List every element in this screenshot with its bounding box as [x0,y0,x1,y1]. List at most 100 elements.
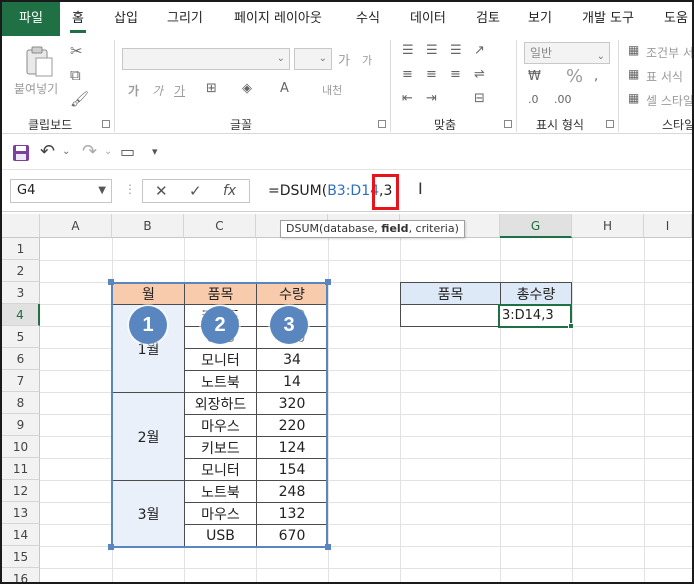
format-table-icon[interactable]: ▦ [628,68,639,80]
decrease-decimal-icon[interactable]: .00 [554,94,572,105]
worksheet-grid[interactable]: A B C D E F G H I 1 2 3 4 5 6 7 8 9 10 1… [2,214,692,582]
italic-button[interactable]: 가 [152,82,163,99]
font-launcher-icon[interactable] [378,120,386,128]
save-icon[interactable] [12,144,30,162]
tab-formulas[interactable]: 수식 [356,2,380,36]
redo-icon[interactable]: ↷ [82,143,97,161]
shrink-font-button[interactable]: 가 [362,52,372,68]
underline-button[interactable]: 가 [174,82,185,99]
insert-function-icon[interactable]: fx [223,184,236,198]
align-left-icon[interactable]: ≡ [402,68,413,81]
font-size-combo[interactable]: ⌄ [294,48,332,70]
active-cell-g4[interactable]: 3:D14,3 [498,304,572,328]
range-handle[interactable] [325,279,331,285]
align-right-icon[interactable]: ≡ [450,68,461,81]
format-painter-icon[interactable]: 🖌 [70,92,89,107]
currency-icon[interactable]: ₩ [528,70,541,83]
tab-review[interactable]: 검토 [476,2,500,36]
row-header[interactable]: 12 [2,480,40,502]
wrap-text-icon[interactable]: ⇌ [474,68,485,81]
row-header[interactable]: 3 [2,282,40,304]
tab-help[interactable]: 도움 [664,2,688,36]
range-handle[interactable] [108,544,114,550]
row-header[interactable]: 14 [2,524,40,546]
paste-button[interactable]: 붙여넣기 [12,42,64,100]
border-icon[interactable]: ⊞ [206,82,217,95]
percent-button[interactable]: % [566,66,583,87]
align-center-icon[interactable]: ≡ [426,68,437,81]
criteria-item-cell[interactable] [400,304,501,327]
fill-handle[interactable] [568,323,574,329]
row-header[interactable]: 15 [2,546,40,568]
merge-center-icon[interactable]: ⊟ [474,92,485,105]
name-box[interactable]: G4 ▼ [10,179,112,203]
increase-indent-icon[interactable]: ⇥ [426,92,437,105]
column-header-c[interactable]: C [184,214,256,238]
tab-insert[interactable]: 삽입 [114,2,138,36]
row-header[interactable]: 1 [2,238,40,260]
formula-input[interactable]: =DSUM(B3:D14,3 [258,179,690,203]
clipboard-launcher-icon[interactable] [102,120,110,128]
decrease-indent-icon[interactable]: ⇤ [402,92,413,105]
undo-dropdown-icon[interactable]: ⌄ [62,147,70,157]
row-header[interactable]: 5 [2,326,40,348]
number-launcher-icon[interactable] [606,120,614,128]
row-header[interactable]: 10 [2,436,40,458]
column-header-b[interactable]: B [112,214,184,238]
tab-home[interactable]: 홈 [70,2,86,36]
tab-developer[interactable]: 개발 도구 [582,2,634,36]
undo-icon[interactable]: ↶ [40,143,55,161]
select-all-corner[interactable] [2,214,40,238]
range-handle[interactable] [108,279,114,285]
copy-icon[interactable]: ⧉ [70,68,81,83]
row-header[interactable]: 4 [2,304,40,326]
fill-color-icon[interactable]: ◈ [242,82,252,95]
font-color-icon[interactable]: A [280,82,289,95]
styles-group-label: 스타일 [662,118,694,132]
column-header-h[interactable]: H [572,214,644,238]
tooltip-arg2: field [381,222,409,235]
row-header[interactable]: 13 [2,502,40,524]
conditional-format-button[interactable]: 조건부 서 [646,44,692,61]
column-header-g[interactable]: G [500,214,572,238]
comma-style-icon[interactable]: , [594,70,598,83]
row-header[interactable]: 11 [2,458,40,480]
cut-icon[interactable]: ✂ [70,44,83,59]
criteria-header-item[interactable]: 품목 [400,282,501,305]
tab-page-layout[interactable]: 페이지 레이아웃 [234,2,322,36]
orientation-icon[interactable]: ↗ [474,44,485,57]
range-handle[interactable] [325,544,331,550]
tab-view[interactable]: 보기 [528,2,552,36]
cell-style-icon[interactable]: ▦ [628,92,639,104]
row-header[interactable]: 8 [2,392,40,414]
criteria-header-total[interactable]: 총수량 [500,282,572,305]
row-header[interactable]: 6 [2,348,40,370]
cell-style-button[interactable]: 셀 스타일 [646,92,692,109]
conditional-format-icon[interactable]: ▦ [628,44,639,56]
tab-data[interactable]: 데이터 [410,2,446,36]
increase-decimal-icon[interactable]: .0 [528,94,539,105]
grow-font-button[interactable]: 가 [338,50,350,69]
cancel-icon[interactable]: ✕ [155,184,168,199]
bold-button[interactable]: 가 [128,82,139,99]
format-table-button[interactable]: 표 서식 [646,68,683,85]
enter-icon[interactable]: ✓ [189,184,202,199]
tab-file[interactable]: 파일 [2,2,60,36]
column-header-i[interactable]: I [644,214,692,238]
customize-qat-icon[interactable]: ▾ [152,146,158,157]
alignment-launcher-icon[interactable] [504,120,512,128]
row-header[interactable]: 9 [2,414,40,436]
row-header[interactable]: 16 [2,568,40,582]
align-bottom-icon[interactable]: ☰ [450,44,462,57]
phonetic-button[interactable]: 내천 [322,82,342,98]
folder-icon[interactable]: ▭ [120,144,135,160]
number-format-combo[interactable]: 일반 ⌄ [524,42,610,64]
redo-dropdown-icon[interactable]: ⌄ [104,147,112,157]
row-header[interactable]: 7 [2,370,40,392]
align-top-icon[interactable]: ☰ [402,44,414,57]
align-middle-icon[interactable]: ☰ [426,44,438,57]
tab-draw[interactable]: 그리기 [167,2,203,36]
row-header[interactable]: 2 [2,260,40,282]
column-header-a[interactable]: A [40,214,112,238]
font-name-combo[interactable]: ⌄ [122,48,290,70]
